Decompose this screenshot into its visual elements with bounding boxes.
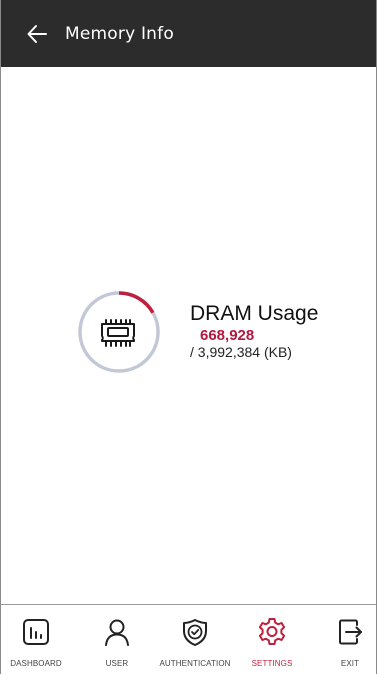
bottom-navigation: DASHBOARD USER AUTHENTICATION SETTINGS E… [1,604,376,675]
page-title: Memory Info [65,23,174,44]
back-button[interactable] [23,20,51,48]
nav-label-dashboard: DASHBOARD [10,659,62,668]
nav-label-exit: EXIT [340,659,360,668]
dram-usage-info: DRAM Usage 668,928 / 3,992,384 (KB) [190,303,318,361]
dram-usage-title: DRAM Usage [190,302,319,325]
back-arrow-icon [27,24,47,43]
dram-usage-gauge [77,290,161,374]
nav-label-user: USER [105,659,129,668]
settings-gear-icon [256,616,288,648]
memory-chip-icon [96,310,140,354]
exit-icon [334,616,366,648]
app-frame: Memory Info DRAM Usage 668,928 / 3,992,3… [0,0,377,675]
nav-item-user[interactable]: USER [94,605,140,675]
nav-item-authentication[interactable]: AUTHENTICATION [156,605,234,675]
nav-label-authentication: AUTHENTICATION [159,659,231,668]
dram-total-value: / 3,992,384 (KB) [190,344,292,360]
authentication-check-icon [179,616,211,648]
app-header: Memory Info [1,0,376,67]
nav-item-settings[interactable]: SETTINGS [243,605,301,675]
memory-info-content: DRAM Usage 668,928 / 3,992,384 (KB) [1,67,376,604]
user-icon [101,616,133,648]
dram-used-value: 668,928 [200,327,255,344]
nav-item-dashboard[interactable]: DASHBOARD [7,605,65,675]
dashboard-icon [20,616,52,648]
nav-label-settings: SETTINGS [251,659,293,668]
nav-item-exit[interactable]: EXIT [327,605,373,675]
